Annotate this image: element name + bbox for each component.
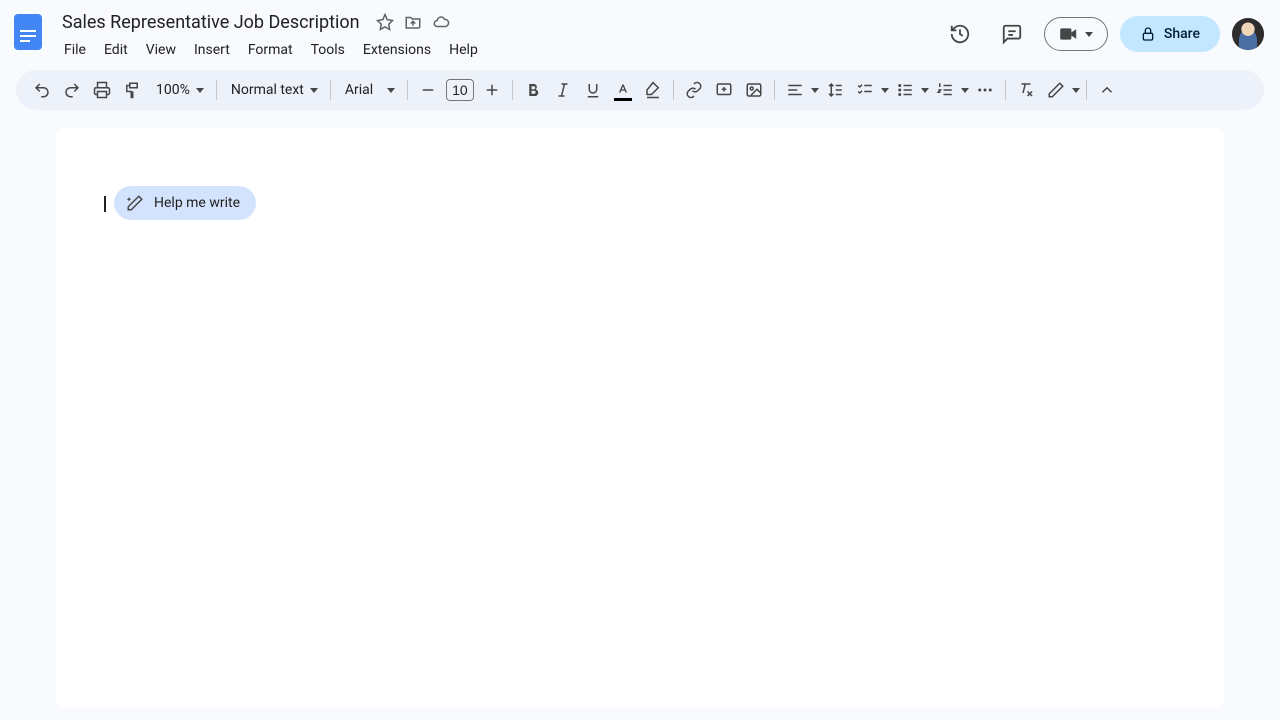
decrease-font-button[interactable]	[414, 76, 442, 104]
meet-button[interactable]	[1044, 17, 1108, 51]
zoom-value: 100%	[156, 82, 190, 98]
header-right: Share	[940, 8, 1264, 54]
menu-extensions[interactable]: Extensions	[355, 38, 439, 62]
align-dropdown[interactable]	[781, 76, 819, 104]
insert-image-button[interactable]	[740, 76, 768, 104]
help-me-write-chip[interactable]: Help me write	[114, 186, 256, 220]
title-area: Sales Representative Job Description Fil…	[56, 8, 932, 62]
style-value: Normal text	[231, 82, 304, 98]
separator	[1086, 80, 1087, 100]
chevron-down-icon	[387, 88, 395, 93]
separator	[330, 80, 331, 100]
editing-mode-dropdown[interactable]	[1042, 76, 1080, 104]
insert-link-button[interactable]	[680, 76, 708, 104]
numbered-list-dropdown[interactable]	[931, 76, 969, 104]
account-avatar[interactable]	[1232, 18, 1264, 50]
highlight-button[interactable]	[639, 76, 667, 104]
toolbar: 100% Normal text Arial	[16, 70, 1264, 110]
bold-button[interactable]	[519, 76, 547, 104]
move-icon[interactable]	[404, 13, 422, 31]
document-canvas: Help me write	[0, 110, 1280, 708]
menu-insert[interactable]: Insert	[186, 38, 238, 62]
undo-button[interactable]	[28, 76, 56, 104]
pencil-icon	[1042, 76, 1070, 104]
increase-font-button[interactable]	[478, 76, 506, 104]
italic-button[interactable]	[549, 76, 577, 104]
menu-bar: File Edit View Insert Format Tools Exten…	[56, 38, 932, 62]
menu-tools[interactable]: Tools	[303, 38, 353, 62]
font-value: Arial	[345, 82, 373, 98]
cloud-saved-icon[interactable]	[432, 13, 450, 31]
numbered-list-icon	[931, 76, 959, 104]
chevron-down-icon	[1072, 88, 1080, 93]
separator	[216, 80, 217, 100]
text-color-bar	[614, 98, 632, 101]
print-button[interactable]	[88, 76, 116, 104]
pencil-sparkle-icon	[126, 194, 144, 212]
font-size-input[interactable]	[446, 79, 474, 101]
checklist-dropdown[interactable]	[851, 76, 889, 104]
separator	[774, 80, 775, 100]
bullet-list-dropdown[interactable]	[891, 76, 929, 104]
chevron-down-icon	[881, 88, 889, 93]
help-me-write-label: Help me write	[154, 195, 240, 211]
add-comment-button[interactable]	[710, 76, 738, 104]
chevron-down-icon	[1085, 32, 1093, 37]
align-icon	[781, 76, 809, 104]
separator	[1005, 80, 1006, 100]
title-row: Sales Representative Job Description	[56, 8, 932, 36]
collapse-toolbar-button[interactable]	[1093, 76, 1121, 104]
font-size-group	[414, 76, 506, 104]
share-button[interactable]: Share	[1120, 16, 1220, 52]
document-page[interactable]: Help me write	[56, 128, 1224, 708]
docs-logo-icon[interactable]	[8, 12, 48, 52]
menu-help[interactable]: Help	[441, 38, 486, 62]
checklist-icon	[851, 76, 879, 104]
font-dropdown[interactable]: Arial	[337, 76, 401, 104]
text-color-button[interactable]	[609, 76, 637, 104]
chevron-down-icon	[811, 88, 819, 93]
toolbar-container: 100% Normal text Arial	[0, 62, 1280, 110]
document-title[interactable]: Sales Representative Job Description	[56, 10, 366, 35]
menu-view[interactable]: View	[138, 38, 184, 62]
chevron-down-icon	[961, 88, 969, 93]
underline-button[interactable]	[579, 76, 607, 104]
star-icon[interactable]	[376, 13, 394, 31]
chevron-down-icon	[196, 88, 204, 93]
chevron-down-icon	[310, 88, 318, 93]
history-icon[interactable]	[940, 14, 980, 54]
paragraph-style-dropdown[interactable]: Normal text	[223, 76, 324, 104]
clear-formatting-button[interactable]	[1012, 76, 1040, 104]
comments-icon[interactable]	[992, 14, 1032, 54]
menu-format[interactable]: Format	[240, 38, 301, 62]
menu-file[interactable]: File	[56, 38, 94, 62]
separator	[673, 80, 674, 100]
chevron-down-icon	[921, 88, 929, 93]
text-cursor	[104, 196, 106, 212]
separator	[407, 80, 408, 100]
bullet-list-icon	[891, 76, 919, 104]
more-options-button[interactable]	[971, 76, 999, 104]
app-header: Sales Representative Job Description Fil…	[0, 0, 1280, 62]
zoom-dropdown[interactable]: 100%	[148, 76, 210, 104]
paint-format-button[interactable]	[118, 76, 146, 104]
share-label: Share	[1164, 26, 1200, 42]
line-spacing-button[interactable]	[821, 76, 849, 104]
redo-button[interactable]	[58, 76, 86, 104]
menu-edit[interactable]: Edit	[96, 38, 136, 62]
separator	[512, 80, 513, 100]
